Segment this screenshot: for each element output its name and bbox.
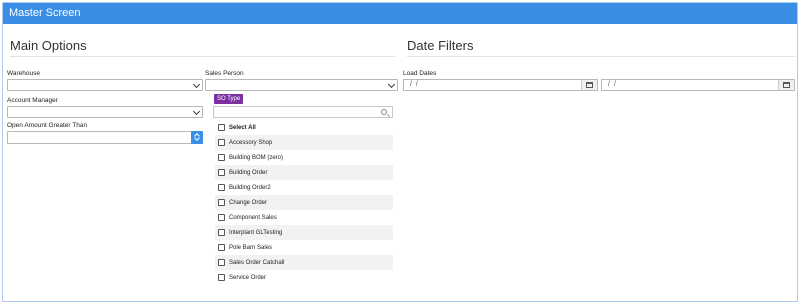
so-type-badge: SO Type [214,94,244,104]
window-title: Master Screen [3,3,797,24]
list-item-label: Building Order2 [229,184,271,191]
list-item-label: Accessory Shop [229,139,273,146]
chevron-down-icon [387,80,396,89]
calendar-icon [586,82,593,88]
list-item-label: Change Order [229,199,268,206]
open-amount-input[interactable] [7,131,203,144]
list-item[interactable]: Building Order2 [215,180,393,195]
list-item-label: Building Order [229,169,268,176]
checkbox[interactable] [218,139,225,146]
date-filters-heading: Date Filters [407,38,474,53]
chevron-down-icon [192,107,201,116]
so-type-list: Select All Accessory Shop Building BOM (… [215,120,393,285]
list-item[interactable]: Pole Barn Sales [215,240,393,255]
so-type-search-input[interactable] [213,106,393,118]
account-manager-select[interactable] [7,106,203,118]
list-item[interactable]: Change Order [215,195,393,210]
calendar-icon [783,82,790,88]
list-item[interactable]: Interplant GLTesting [215,225,393,240]
sales-person-select[interactable] [205,79,398,91]
checkbox[interactable] [218,154,225,161]
list-item[interactable]: Building BOM (zero) [215,150,393,165]
load-date-to-input[interactable]: / / [601,79,795,91]
checkbox[interactable] [218,214,225,221]
load-date-from-input[interactable]: / / [403,79,598,91]
list-item-label: Service Order [229,274,267,281]
list-item-label: Component Sales [229,214,277,221]
checkbox[interactable] [218,169,225,176]
list-item-label: Interplant GLTesting [229,229,283,236]
list-item-label: Pole Barn Sales [229,244,273,251]
checkbox[interactable] [218,184,225,191]
list-item[interactable]: Building Order [215,165,393,180]
date-filters-divider [407,56,795,57]
checkbox[interactable] [218,244,225,251]
main-options-divider [10,56,395,57]
checkbox[interactable] [218,274,225,281]
list-item-label: Building BOM (zero) [229,154,284,161]
calendar-button[interactable] [778,80,794,90]
main-options-heading: Main Options [10,38,87,53]
master-screen-window: Master Screen Main Options Warehouse Acc… [2,2,798,302]
checkbox[interactable] [218,124,225,131]
calendar-button[interactable] [581,80,597,90]
list-item[interactable]: Service Order [215,270,393,285]
open-amount-label: Open Amount Greater Than [7,122,88,129]
search-icon [381,109,387,115]
list-item-label: Select All [229,124,256,131]
warehouse-label: Warehouse [7,70,40,77]
load-dates-label: Load Dates [403,70,437,77]
spinner-icon[interactable] [191,131,203,144]
sales-person-label: Sales Person [205,70,244,77]
warehouse-select[interactable] [7,79,203,91]
list-item[interactable]: Sales Order Catchall [215,255,393,270]
list-item[interactable]: Accessory Shop [215,135,393,150]
chevron-down-icon [192,80,201,89]
list-item[interactable]: Component Sales [215,210,393,225]
checkbox[interactable] [218,199,225,206]
account-manager-label: Account Manager [7,97,58,104]
checkbox[interactable] [218,229,225,236]
list-item-label: Sales Order Catchall [229,259,285,266]
checkbox[interactable] [218,259,225,266]
list-item[interactable]: Select All [215,120,393,135]
date-value: / / [608,81,617,88]
date-value: / / [410,81,419,88]
